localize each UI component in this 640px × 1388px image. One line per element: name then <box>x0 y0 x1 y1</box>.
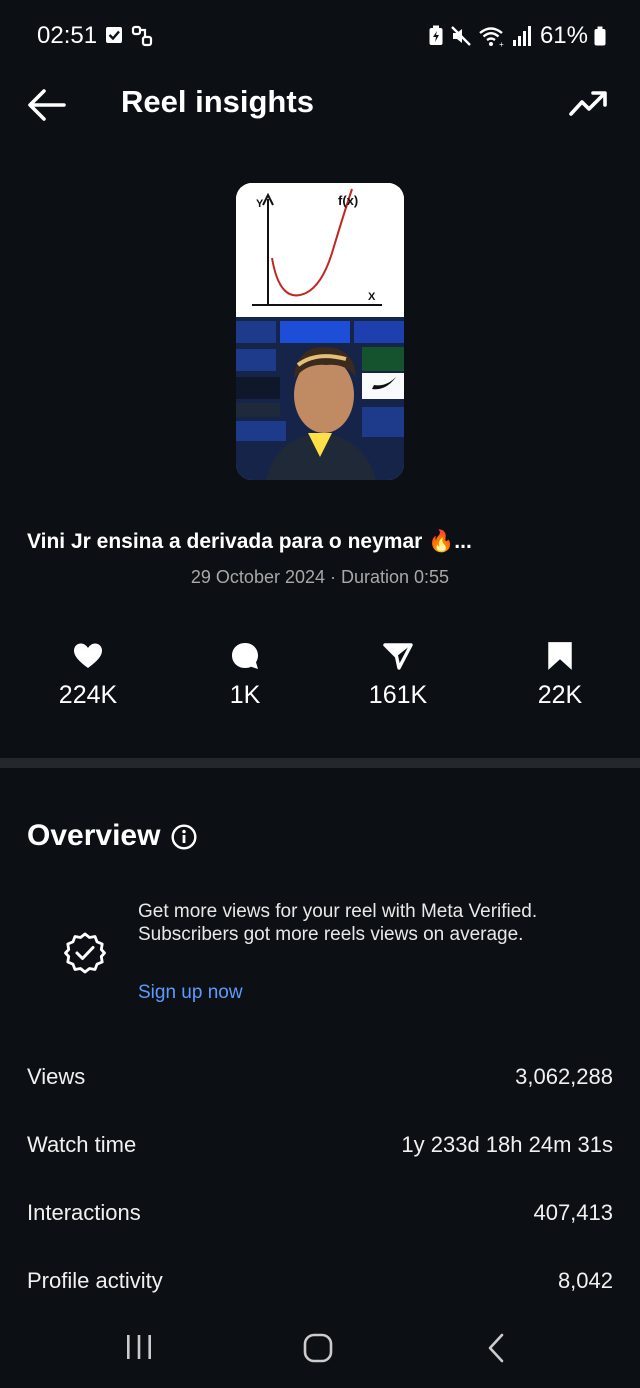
metric-value: 3,062,288 <box>515 1064 613 1089</box>
metric-row-profile-activity[interactable]: Profile activity 8,042 <box>27 1268 613 1298</box>
bookmark-icon <box>548 642 572 670</box>
metric-row-interactions[interactable]: Interactions 407,413 <box>27 1200 613 1230</box>
metric-value: 8,042 <box>557 1268 613 1293</box>
shares-count: 161K <box>368 681 428 709</box>
system-navigation-bar <box>0 1310 640 1388</box>
battery-saver-icon <box>429 25 443 45</box>
saves-count: 22K <box>537 681 583 709</box>
sign-up-now-link[interactable]: Sign up now <box>138 982 243 1004</box>
info-icon[interactable] <box>171 824 197 850</box>
metric-row-views[interactable]: Views 3,062,288 <box>27 1064 613 1094</box>
meta-verified-promo-text: Get more views for your reel with Meta V… <box>138 901 538 945</box>
status-bar: 02:51 + 61% <box>0 0 640 72</box>
reel-thumbnail[interactable]: Y X f(x) <box>236 183 404 480</box>
likes-count: 224K <box>58 681 118 709</box>
section-divider <box>0 758 640 768</box>
metric-label: Profile activity <box>27 1268 163 1293</box>
metric-value: 407,413 <box>533 1200 613 1225</box>
metric-label: Views <box>27 1064 86 1089</box>
metric-value: 1y 233d 18h 24m 31s <box>401 1132 613 1157</box>
mute-icon <box>451 26 471 46</box>
engagement-stats: 224K 1K 161K 22K <box>0 640 640 720</box>
thumbnail-graph: Y X f(x) <box>236 183 404 317</box>
wifi-icon: + <box>479 27 504 47</box>
checkbox-notification-icon <box>106 27 122 43</box>
comments-stat: 1K <box>185 640 305 710</box>
system-back-icon[interactable] <box>484 1332 510 1364</box>
status-indicators: + 61% <box>428 22 606 50</box>
signal-icon <box>512 26 531 46</box>
status-time: 02:51 <box>37 22 98 49</box>
home-icon[interactable] <box>302 1332 334 1364</box>
reel-date-duration: 29 October 2024 · Duration 0:55 <box>190 567 450 587</box>
metric-label: Interactions <box>27 1200 141 1225</box>
svg-text:+: + <box>499 40 504 47</box>
battery-percent: 61% <box>539 22 588 49</box>
reel-caption[interactable]: Vini Jr ensina a derivada para o neymar … <box>27 530 617 554</box>
share-icon <box>383 643 413 670</box>
comments-count: 1K <box>229 681 261 709</box>
battery-icon <box>594 26 606 46</box>
graph-fx-label: f(x) <box>338 193 358 208</box>
overview-title: Overview <box>27 819 161 852</box>
thumbnail-photo <box>236 317 404 480</box>
saves-stat: 22K <box>500 640 620 710</box>
recent-apps-icon[interactable] <box>124 1332 154 1362</box>
metric-row-watch-time[interactable]: Watch time 1y 233d 18h 24m 31s <box>27 1132 613 1162</box>
verified-badge-icon <box>64 932 106 974</box>
back-arrow-icon[interactable] <box>26 86 68 124</box>
page-title: Reel insights <box>121 84 314 119</box>
graph-x-label: X <box>368 291 376 303</box>
shares-stat: 161K <box>338 640 458 710</box>
metric-label: Watch time <box>27 1132 137 1157</box>
comment-icon <box>232 643 258 669</box>
graph-y-label: Y <box>256 198 264 210</box>
link-notification-icon <box>131 25 153 47</box>
trending-up-icon[interactable] <box>568 88 608 120</box>
heart-icon <box>74 643 102 668</box>
likes-stat: 224K <box>28 640 148 710</box>
header: Reel insights <box>0 72 640 138</box>
